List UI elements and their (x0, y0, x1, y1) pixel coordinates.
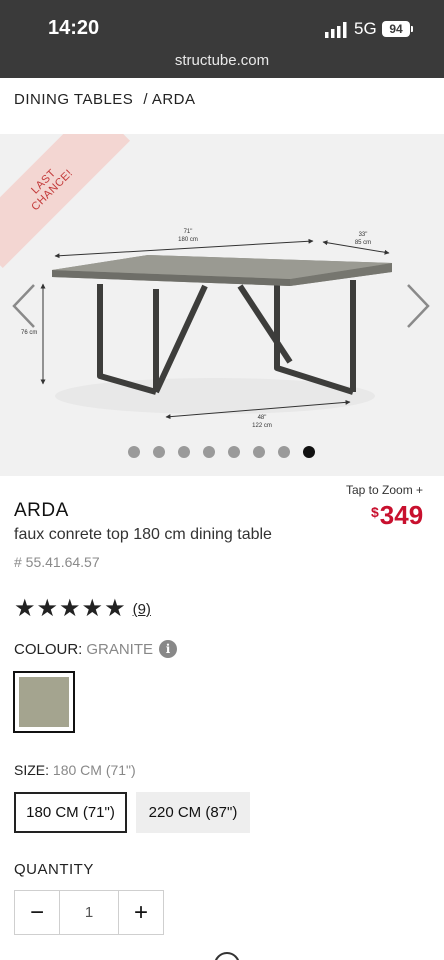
product-image-table: 71" 180 cm 33" 85 cm 76 cm 48" 122 cm (21, 229, 392, 429)
breadcrumb-separator: / (143, 91, 148, 108)
product-image-carousel[interactable]: LAST CHANCE! 71" 180 cm 33" 85 cm 76 cm … (0, 134, 444, 476)
address-bar-url[interactable]: structube.com (0, 52, 444, 69)
carousel-dot[interactable] (153, 446, 165, 458)
colour-swatch-granite[interactable] (13, 671, 75, 733)
size-selector-label: SIZE: 180 CM (71") (14, 762, 136, 778)
clock: 14:20 (48, 17, 100, 39)
product-sku: # 55.41.64.57 (14, 554, 100, 570)
dim-length-cm: 180 cm (178, 237, 198, 243)
info-icon[interactable]: i (159, 640, 178, 658)
quantity-label: QUANTITY (14, 861, 94, 878)
star-icon: ★ (59, 595, 81, 622)
product-name: ARDA (14, 500, 69, 521)
dim-depth-cm: 85 cm (355, 240, 371, 246)
carousel-pagination (128, 446, 315, 458)
carousel-dot[interactable] (303, 446, 315, 458)
previous-image-chevron-left-icon[interactable] (10, 282, 38, 330)
star-icon: ★ (14, 595, 36, 622)
next-image-chevron-right-icon[interactable] (404, 282, 432, 330)
quantity-decrease-button[interactable]: − (15, 891, 59, 934)
dim-base-in: 48" (258, 415, 267, 421)
price-currency: $ (371, 504, 379, 520)
tap-to-zoom-hint[interactable]: Tap to Zoom + (346, 483, 423, 497)
dim-base-cm: 122 cm (252, 423, 272, 429)
star-icons: ★★★★★ (14, 595, 127, 622)
star-icon: ★ (36, 595, 59, 622)
dim-depth-in: 33" (359, 232, 368, 238)
colour-value: GRANITE (86, 640, 154, 658)
signal-icon (325, 22, 347, 38)
product-price: $ 349 (371, 500, 423, 531)
carousel-dot[interactable] (228, 446, 240, 458)
breadcrumb-item-dining-tables[interactable]: DINING TABLES (14, 91, 133, 108)
size-option-180cm[interactable]: 180 CM (71") (14, 792, 127, 833)
rating-stars[interactable]: ★★★★★ (9) (14, 595, 151, 622)
size-value: 180 CM (71") (52, 762, 136, 778)
size-option-220cm[interactable]: 220 CM (87") (136, 792, 250, 833)
battery-tip (411, 26, 413, 32)
browser-status-bar: 14:20 5G 94 structube.com (0, 0, 444, 78)
dim-length-in: 71" (184, 229, 193, 235)
network-type: 5G (354, 19, 377, 38)
breadcrumb: DINING TABLES / ARDA (14, 91, 196, 108)
battery-icon: 94 (382, 21, 410, 37)
star-icon: ★ (104, 595, 126, 622)
product-description: faux conrete top 180 cm dining table (14, 526, 272, 543)
review-count-link[interactable]: (9) (133, 601, 151, 618)
carousel-dot[interactable] (253, 446, 265, 458)
dim-height-cm: 76 cm (21, 330, 37, 336)
star-icon: ★ (81, 595, 104, 622)
quantity-increase-button[interactable]: + (119, 891, 163, 934)
quantity-input[interactable]: 1 (59, 891, 119, 934)
price-amount: 349 (379, 500, 424, 530)
breadcrumb-item-arda[interactable]: ARDA (152, 91, 196, 108)
colour-selector-label: COLOUR: GRANITE i (14, 640, 178, 658)
carousel-dot[interactable] (278, 446, 290, 458)
partial-icon (214, 952, 240, 960)
carousel-dot[interactable] (178, 446, 190, 458)
carousel-dot[interactable] (203, 446, 215, 458)
quantity-stepper: − 1 + (14, 890, 164, 935)
carousel-dot[interactable] (128, 446, 140, 458)
swatch-fill (19, 677, 69, 727)
